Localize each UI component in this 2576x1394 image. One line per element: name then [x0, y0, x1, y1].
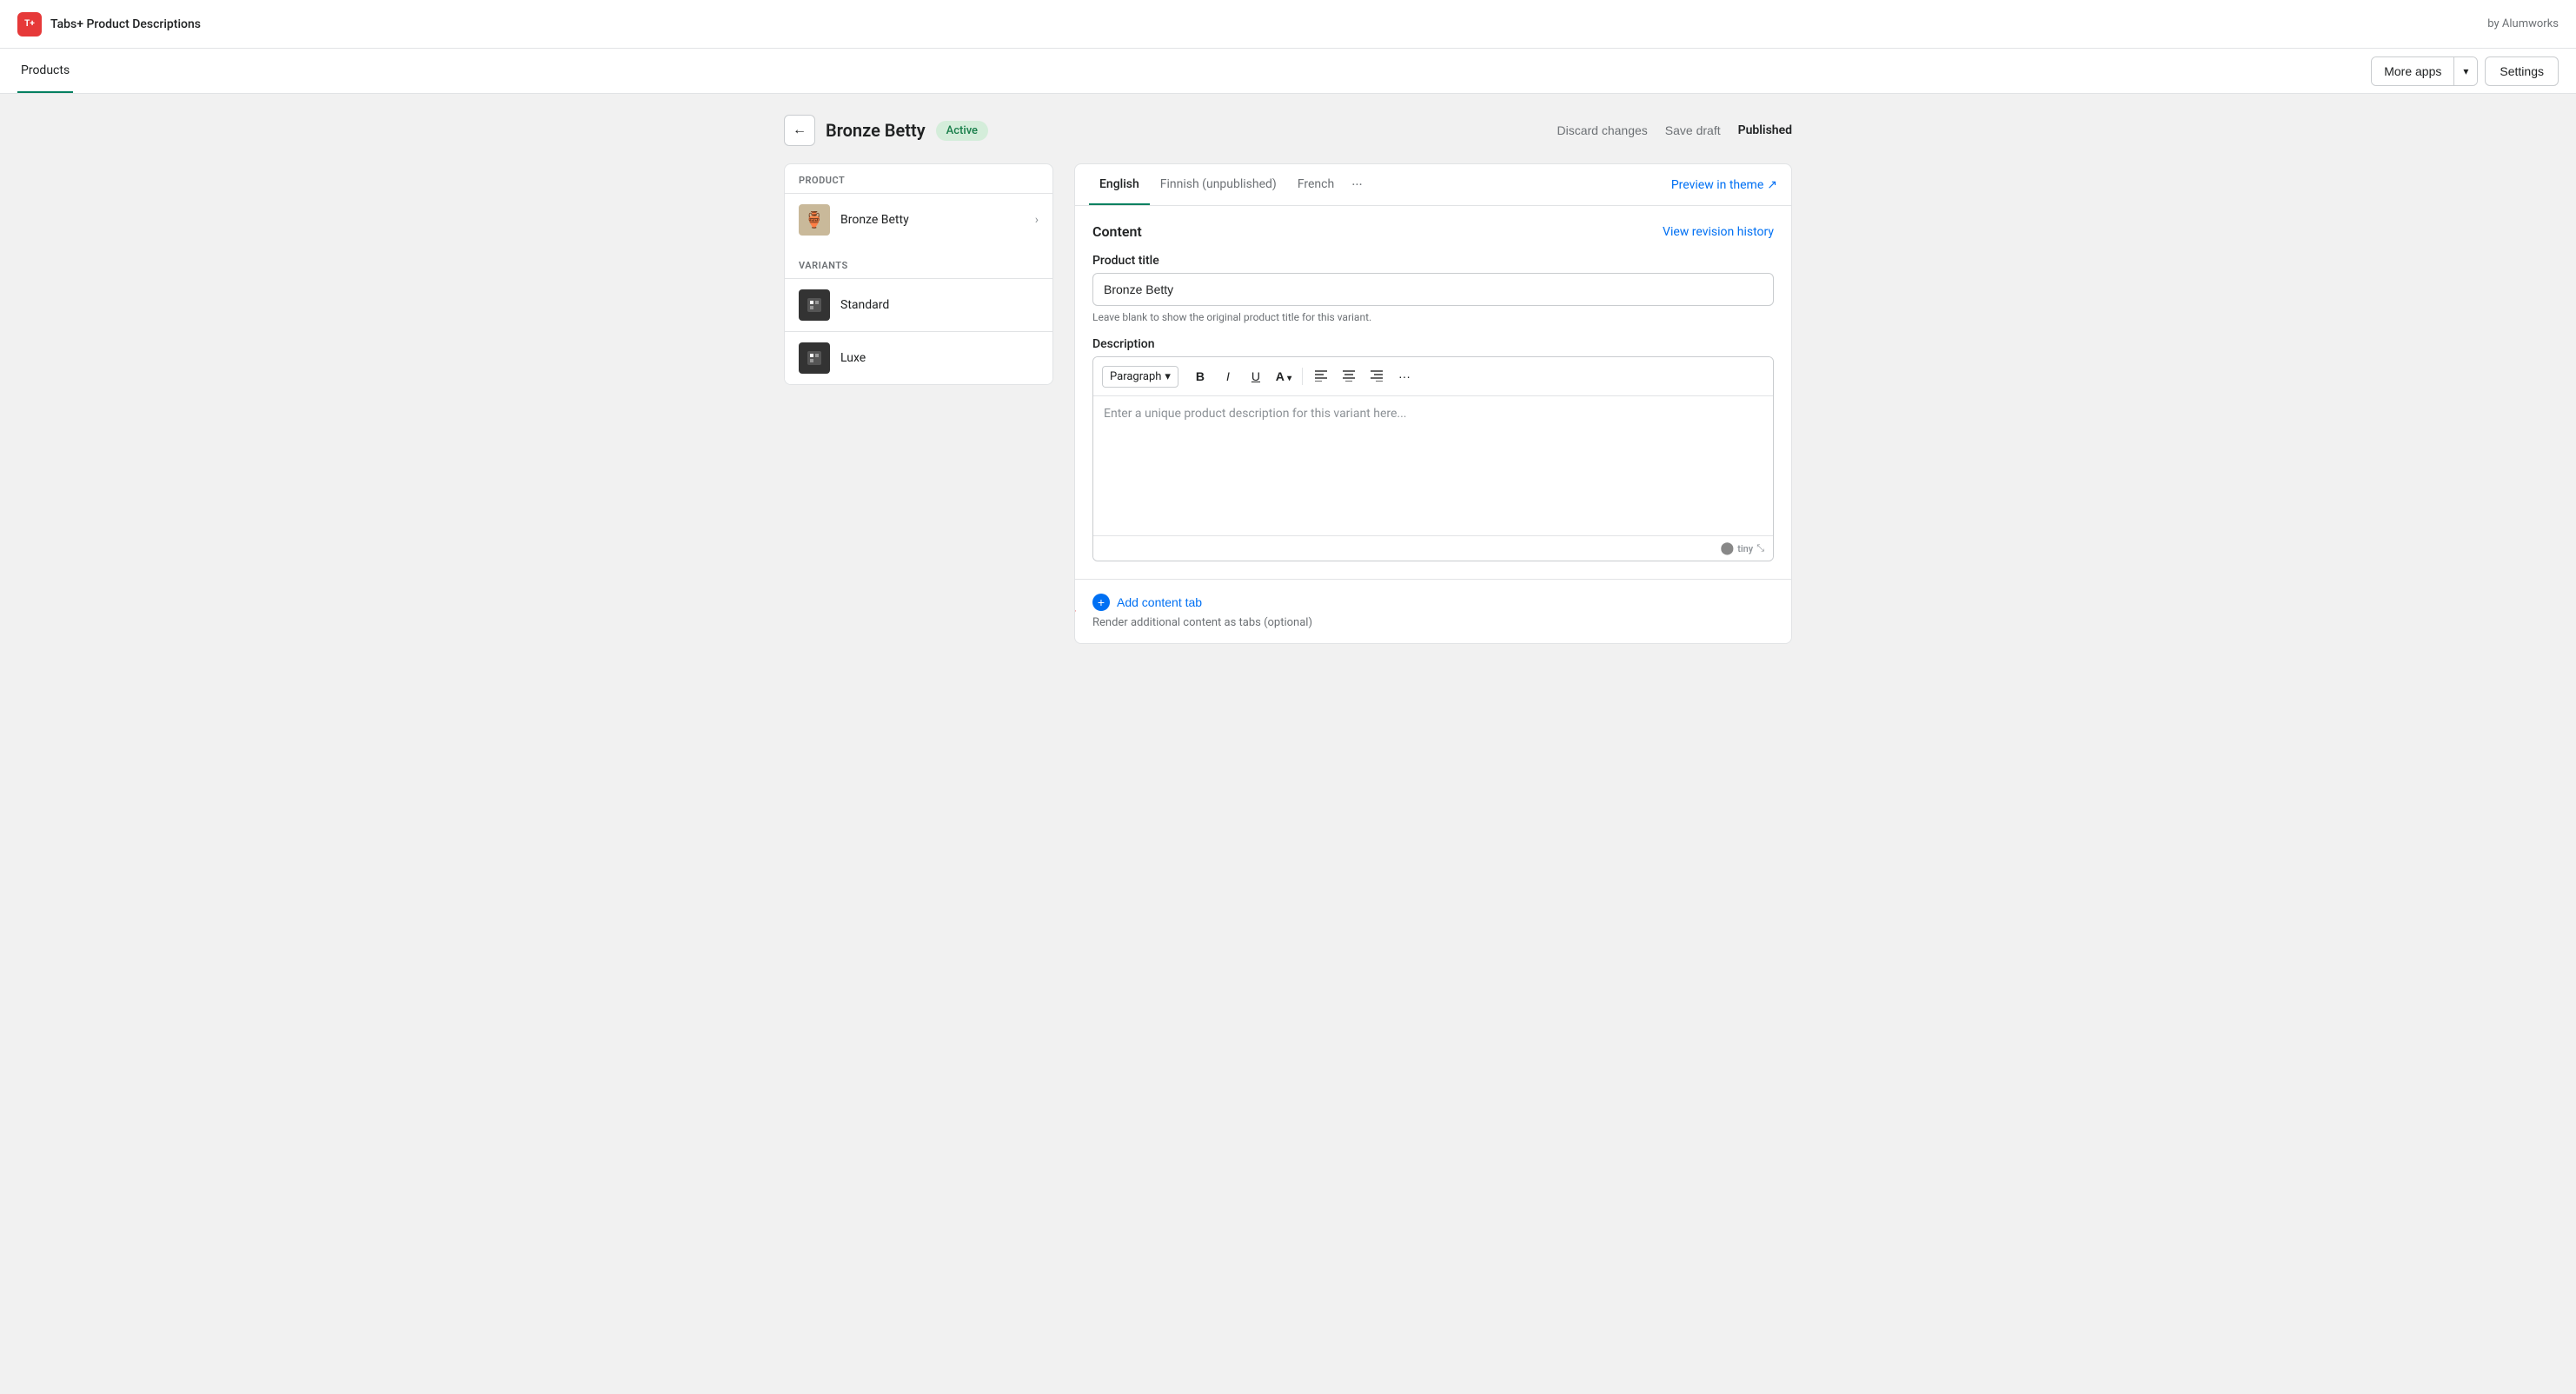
resize-icon[interactable]: ⤡ [1756, 542, 1764, 554]
font-color-chevron-icon: ▾ [1287, 374, 1291, 383]
lang-tab-finnish[interactable]: Finnish (unpublished) [1150, 164, 1287, 205]
discard-changes-button[interactable]: Discard changes [1557, 123, 1648, 137]
product-item[interactable]: 🏺 Bronze Betty › [785, 193, 1052, 246]
page-title: Bronze Betty [826, 120, 926, 141]
header-actions: Discard changes Save draft Published [1557, 123, 1792, 137]
page-layout: PRODUCT 🏺 Bronze Betty › VARIANTS Standa… [784, 163, 1792, 644]
description-editor-body[interactable]: Enter a unique product description for t… [1093, 396, 1773, 535]
product-item-chevron-icon: › [1035, 213, 1039, 227]
paragraph-select-chevron-icon: ▾ [1165, 370, 1171, 383]
back-icon: ← [793, 123, 807, 138]
preview-in-theme-link[interactable]: Preview in theme ↗ [1671, 178, 1777, 192]
add-tab-plus-icon: + [1092, 594, 1110, 611]
font-color-icon: A ▾ [1276, 369, 1292, 383]
app-logo-text: T+ [24, 19, 35, 29]
content-heading: Content [1092, 223, 1142, 240]
app-header-left: T+ Tabs+ Product Descriptions [17, 12, 201, 37]
editor-placeholder: Enter a unique product description for t… [1104, 407, 1406, 421]
product-title-label: Product title [1092, 254, 1774, 268]
left-panel: PRODUCT 🏺 Bronze Betty › VARIANTS Standa… [784, 163, 1053, 385]
toolbar-more-button[interactable]: ··· [1391, 364, 1417, 388]
toolbar-separator-1 [1302, 368, 1303, 385]
variant-standard-thumbnail [799, 289, 830, 321]
align-center-button[interactable] [1336, 364, 1362, 388]
app-byline: by Alumworks [2487, 17, 2559, 30]
description-editor: Paragraph ▾ B I U [1092, 356, 1774, 561]
paragraph-select[interactable]: Paragraph ▾ [1102, 366, 1178, 388]
variant-luxe-thumbnail [799, 342, 830, 374]
app-header: T+ Tabs+ Product Descriptions by Alumwor… [0, 0, 2576, 49]
panel-card: PRODUCT 🏺 Bronze Betty › VARIANTS Standa… [784, 163, 1053, 385]
underline-icon: U [1251, 369, 1260, 383]
product-section-label: PRODUCT [785, 164, 1052, 193]
editor-footer: ⬤ tiny ⤡ [1093, 535, 1773, 561]
description-label: Description [1092, 337, 1774, 351]
right-panel: English Finnish (unpublished) French ···… [1074, 163, 1792, 644]
view-revision-history-link[interactable]: View revision history [1663, 225, 1774, 239]
content-header: Content View revision history [1092, 223, 1774, 240]
lang-tab-french[interactable]: French [1287, 164, 1344, 205]
language-tabs: English Finnish (unpublished) French ···… [1075, 164, 1791, 206]
product-thumbnail: 🏺 [799, 204, 830, 236]
align-left-button[interactable] [1308, 364, 1334, 388]
content-area: Content View revision history Product ti… [1075, 206, 1791, 579]
product-item-name: Bronze Betty [840, 213, 1025, 227]
add-content-tab-button[interactable]: + Add content tab [1092, 594, 1202, 611]
bold-button[interactable]: B [1187, 364, 1213, 388]
back-button[interactable]: ← [784, 115, 815, 146]
more-apps-button[interactable]: More apps [2372, 57, 2454, 85]
underline-button[interactable]: U [1243, 364, 1269, 388]
product-title-hint: Leave blank to show the original product… [1092, 311, 1774, 323]
nav-tabs: Products [17, 49, 73, 93]
lang-tabs-more-button[interactable]: ··· [1344, 164, 1370, 205]
align-right-button[interactable] [1364, 364, 1390, 388]
app-title: Tabs+ Product Descriptions [50, 17, 201, 31]
font-color-button[interactable]: A ▾ [1271, 364, 1297, 388]
more-apps-dropdown-button[interactable]: ▾ [2454, 57, 2477, 85]
variant-standard-name: Standard [840, 298, 1039, 312]
bold-icon: B [1196, 369, 1205, 383]
variant-luxe-name: Luxe [840, 351, 1039, 365]
published-button[interactable]: Published [1738, 123, 1792, 137]
variant-item-luxe[interactable]: Luxe [785, 331, 1052, 384]
italic-icon: I [1226, 369, 1230, 383]
align-right-icon [1370, 369, 1384, 384]
product-title-input[interactable] [1092, 273, 1774, 306]
add-tab-section: + Add content tab Render additional cont… [1075, 579, 1791, 643]
italic-button[interactable]: I [1215, 364, 1241, 388]
variant-item-standard[interactable]: Standard [785, 278, 1052, 331]
lang-tab-english[interactable]: English [1089, 164, 1150, 205]
red-arrow-indicator [1074, 594, 1084, 629]
align-center-icon [1342, 369, 1356, 384]
main-content: ← Bronze Betty Active Discard changes Sa… [767, 94, 1809, 665]
tiny-logo: ⬤ [1721, 541, 1735, 555]
settings-button[interactable]: Settings [2485, 56, 2559, 86]
tiny-text: tiny [1737, 543, 1753, 554]
toolbar-more-icon: ··· [1398, 369, 1411, 383]
nav-tab-products[interactable]: Products [17, 49, 73, 93]
more-apps-split-button: More apps ▾ [2371, 56, 2478, 86]
nav-bar-actions: More apps ▾ Settings [2371, 56, 2559, 86]
active-badge: Active [936, 121, 988, 141]
add-tab-hint: Render additional content as tabs (optio… [1092, 616, 1774, 629]
page-header-row: ← Bronze Betty Active Discard changes Sa… [784, 115, 1792, 146]
align-left-icon [1314, 369, 1328, 384]
save-draft-button[interactable]: Save draft [1665, 123, 1721, 137]
app-logo: T+ [17, 12, 42, 37]
editor-toolbar: Paragraph ▾ B I U [1093, 357, 1773, 396]
nav-bar: Products More apps ▾ Settings [0, 49, 2576, 94]
variants-section-label: VARIANTS [785, 249, 1052, 278]
preview-external-icon: ↗ [1767, 178, 1777, 192]
